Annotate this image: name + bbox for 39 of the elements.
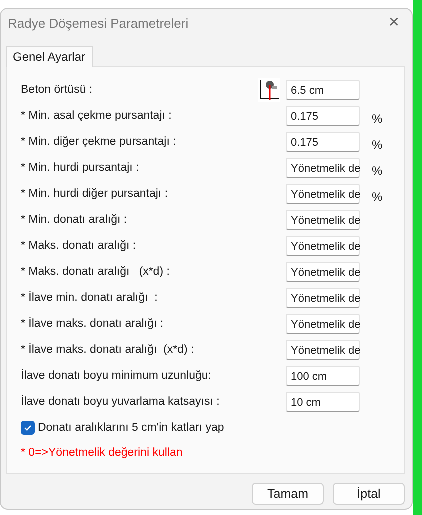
input-field[interactable]: Yönetmelik de	[286, 236, 360, 256]
input-field[interactable]: Yönetmelik de	[286, 184, 360, 204]
field-label: İlave donatı boyu yuvarlama katsayısı :	[21, 396, 221, 408]
field-label: * İlave maks. donatı aralığı (x*d) :	[21, 344, 196, 356]
window-title: Radye Döşemesi Parametreleri	[8, 16, 189, 30]
unit-label: %	[371, 138, 384, 152]
input-field[interactable]: 0.175	[286, 106, 360, 126]
field-label: * Min. diğer çekme pursantajı :	[21, 136, 178, 148]
unit-label: %	[371, 112, 384, 126]
input-field[interactable]: Yönetmelik de	[286, 262, 360, 282]
field-label: * Maks. donatı aralığı :	[21, 240, 138, 252]
input-field[interactable]: 0.175	[286, 132, 360, 152]
input-field[interactable]: Yönetmelik de	[286, 210, 360, 230]
field-label: Beton örtüsü :	[21, 84, 94, 96]
field-label: * İlave maks. donatı aralığı :	[21, 318, 165, 330]
checkmark-icon	[23, 423, 33, 433]
checkbox[interactable]	[21, 421, 35, 435]
field-label: * Maks. donatı aralığı (x*d) :	[21, 266, 171, 278]
tab[interactable]: Genel Ayarlar	[6, 46, 92, 67]
input-field[interactable]: Yönetmelik de	[286, 314, 360, 334]
dialog-button[interactable]: Tamam	[252, 483, 324, 505]
input-field[interactable]: Yönetmelik de	[286, 158, 360, 178]
input-field[interactable]: 6.5 cm	[286, 80, 360, 100]
unit-label: %	[371, 190, 384, 204]
input-field[interactable]: Yönetmelik de	[286, 288, 360, 308]
field-label: İlave donatı boyu minimum uzunluğu:	[21, 370, 212, 382]
field-label: * Min. hurdi pursantajı :	[21, 162, 140, 174]
dialog-button[interactable]: İptal	[333, 483, 405, 505]
field-label: * İlave min. donatı aralığı :	[21, 292, 159, 304]
checkbox-label: Donatı aralıklarını 5 cm'in katları yap	[38, 422, 224, 434]
field-label: * Min. donatı aralığı :	[21, 214, 128, 226]
field-label: * Min. hurdi diğer pursantajı :	[21, 188, 170, 200]
note-text: * 0=>Yönetmelik değerini kullan	[21, 447, 184, 459]
field-label: * Min. asal çekme pursantajı :	[21, 110, 173, 122]
input-field[interactable]: Yönetmelik de	[286, 340, 360, 360]
unit-label: %	[371, 164, 384, 178]
input-field[interactable]: 10 cm	[286, 392, 360, 412]
input-field[interactable]: 100 cm	[286, 366, 360, 386]
close-button[interactable]: ✕	[384, 15, 404, 31]
